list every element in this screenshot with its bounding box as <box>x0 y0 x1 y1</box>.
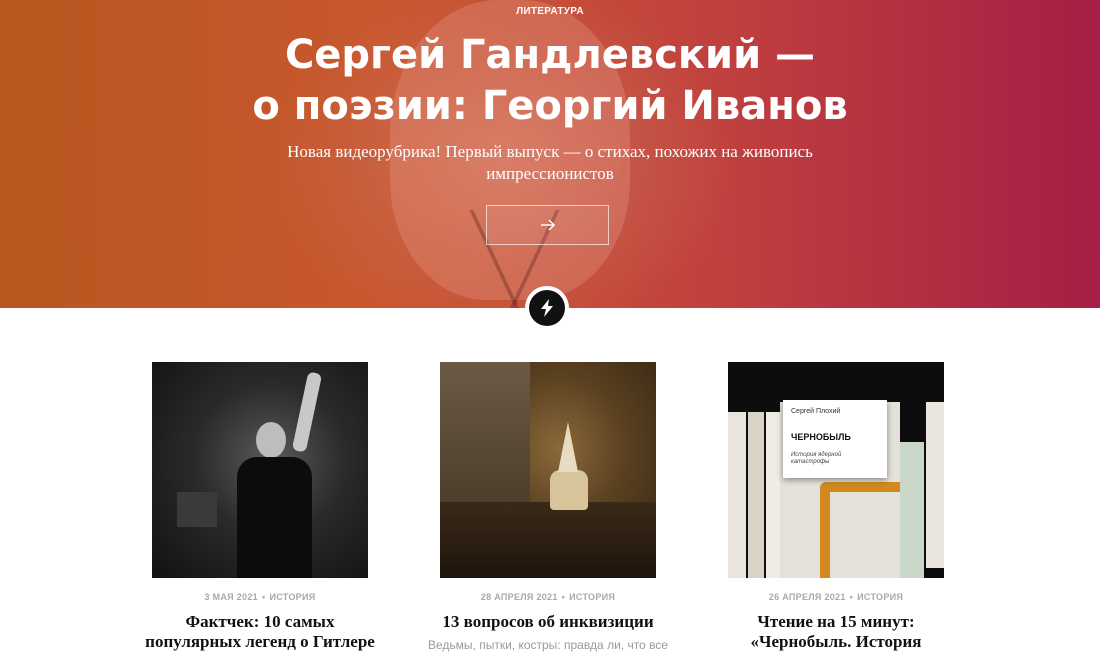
article-date: 26 АПРЕЛЯ 2021 <box>768 592 846 602</box>
lightning-bolt-icon <box>541 299 553 317</box>
article-title[interactable]: Фактчек: 10 самых популярных легенд о Ги… <box>110 612 410 652</box>
article-title-line-1[interactable]: 13 вопросов об инквизиции <box>442 612 653 631</box>
article-meta: 26 АПРЕЛЯ 2021 • ИСТОРИЯ <box>686 592 986 602</box>
hero-subtitle-line-1: Новая видеорубрика! Первый выпуск — о ст… <box>287 142 813 161</box>
article-title-line-2[interactable]: популярных легенд о Гитлере <box>145 632 375 651</box>
article-title[interactable]: 13 вопросов об инквизиции <box>398 612 698 632</box>
book-subtitle: История ядерной катастрофы <box>791 452 842 465</box>
hero-read-button[interactable] <box>486 205 609 245</box>
lightning-badge <box>529 290 565 326</box>
hero-subtitle: Новая видеорубрика! Первый выпуск — о ст… <box>250 141 850 185</box>
article-title-line-1[interactable]: Фактчек: 10 самых <box>186 612 335 631</box>
arrow-right-icon <box>540 219 555 231</box>
article-category[interactable]: ИСТОРИЯ <box>269 592 315 602</box>
article-date: 3 МАЯ 2021 <box>204 592 258 602</box>
article-category[interactable]: ИСТОРИЯ <box>569 592 615 602</box>
article-meta: 3 МАЯ 2021 • ИСТОРИЯ <box>110 592 410 602</box>
article-title-line-1[interactable]: Чтение на 15 минут: <box>757 612 914 631</box>
hero-subtitle-line-2: импрессионистов <box>486 164 614 183</box>
meta-separator: • <box>561 592 566 602</box>
article-card[interactable]: 3 МАЯ 2021 • ИСТОРИЯ Фактчек: 10 самых поп… <box>110 362 410 652</box>
hero-title[interactable]: Сергей Гандлевский — о поэзии: Георгий И… <box>150 30 950 132</box>
article-image[interactable] <box>440 362 656 578</box>
article-category[interactable]: ИСТОРИЯ <box>857 592 903 602</box>
article-meta: 28 АПРЕЛЯ 2021 • ИСТОРИЯ <box>398 592 698 602</box>
meta-separator: • <box>261 592 266 602</box>
hero-title-line-2[interactable]: о поэзии: Георгий Иванов <box>252 83 847 129</box>
article-image[interactable] <box>152 362 368 578</box>
book-author: Сергей Плохий <box>791 408 841 415</box>
meta-separator: • <box>849 592 854 602</box>
article-date: 28 АПРЕЛЯ 2021 <box>480 592 558 602</box>
article-card[interactable]: Сергей Плохий ЧЕРНОБЫЛЬ История ядерной … <box>686 362 986 652</box>
hero-category[interactable]: ЛИТЕРАТУРА <box>0 6 1100 17</box>
article-title-line-2[interactable]: «Чернобыль. История <box>751 632 922 651</box>
book-title: ЧЕРНОБЫЛЬ <box>791 432 851 442</box>
article-title[interactable]: Чтение на 15 минут: «Чернобыль. История <box>686 612 986 652</box>
hero-title-line-1[interactable]: Сергей Гандлевский — <box>285 32 815 78</box>
book-cover-card: Сергей Плохий ЧЕРНОБЫЛЬ История ядерной … <box>783 400 887 478</box>
article-image[interactable]: Сергей Плохий ЧЕРНОБЫЛЬ История ядерной … <box>728 362 944 578</box>
hero-banner[interactable]: ЛИТЕРАТУРА Сергей Гандлевский — о поэзии… <box>0 0 1100 308</box>
article-card[interactable]: 28 АПРЕЛЯ 2021 • ИСТОРИЯ 13 вопросов об ин… <box>398 362 698 652</box>
